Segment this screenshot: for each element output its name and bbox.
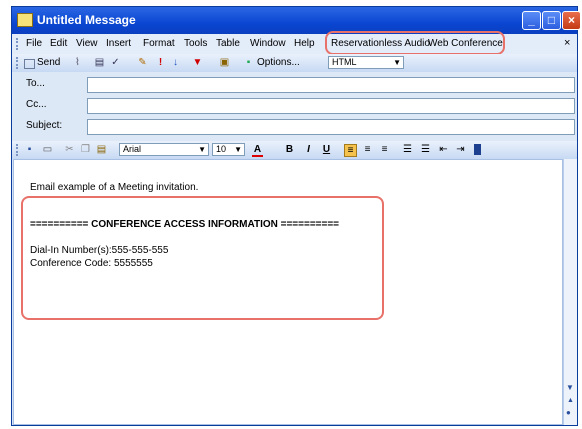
menu-file[interactable]: File: [26, 38, 42, 49]
subject-field[interactable]: [87, 119, 575, 135]
attach-icon[interactable]: ⌇: [72, 57, 83, 68]
font-size-select[interactable]: 10 ▼: [212, 143, 245, 156]
subject-label: Subject:: [26, 120, 63, 131]
italic-icon[interactable]: I: [303, 144, 314, 155]
options-button[interactable]: Options...: [257, 57, 300, 68]
close-icon: ×: [567, 13, 575, 27]
importance-high-icon[interactable]: !: [155, 57, 166, 68]
print-icon[interactable]: ▭: [42, 144, 53, 155]
cc-button[interactable]: Cc...: [26, 99, 47, 110]
copy-icon[interactable]: ❐: [80, 144, 91, 155]
menu-insert[interactable]: Insert: [106, 38, 131, 49]
to-button[interactable]: To...: [26, 78, 45, 89]
cut-icon[interactable]: ✂: [64, 144, 75, 155]
address-book-icon[interactable]: ▤: [94, 57, 105, 68]
close-message-icon[interactable]: ×: [564, 37, 570, 49]
close-button[interactable]: ×: [562, 11, 581, 30]
font-value: Arial: [123, 144, 142, 154]
send-button[interactable]: Send: [37, 57, 60, 68]
toolbar-grip[interactable]: [16, 144, 21, 156]
save-icon[interactable]: ▪: [24, 144, 35, 155]
decrease-indent-icon[interactable]: ⇤: [438, 144, 449, 155]
paste-icon[interactable]: ▤: [96, 144, 107, 155]
signature-icon[interactable]: ✎: [137, 57, 148, 68]
toolbar-options-icon[interactable]: [474, 144, 481, 155]
numbered-list-icon[interactable]: ☰: [402, 144, 413, 155]
vertical-scrollbar[interactable]: ▼ ▲ ●: [563, 159, 577, 425]
send-icon: [24, 59, 35, 69]
cc-field[interactable]: [87, 98, 575, 114]
formatting-toolbar: ▪ ▭ ✂ ❐ ▤ Arial ▼ 10 ▼ A B I U ≡ ≡ ≡ ☰ ☰…: [12, 141, 577, 159]
plugin-menu-highlight: [325, 31, 505, 55]
title-bar: Untitled Message _ □ ×: [12, 7, 581, 34]
align-right-icon[interactable]: ≡: [379, 144, 390, 155]
flag-icon[interactable]: ▼: [192, 57, 203, 68]
font-size-value: 10: [216, 144, 227, 154]
importance-low-icon[interactable]: ↓: [170, 57, 181, 68]
message-format-value: HTML: [332, 57, 357, 67]
message-format-select[interactable]: HTML ▼: [328, 56, 404, 69]
maximize-icon: □: [547, 13, 556, 27]
menu-format[interactable]: Format: [143, 38, 175, 49]
menu-help[interactable]: Help: [294, 38, 315, 49]
chevron-down-icon: ▼: [198, 145, 206, 154]
toolbar-grip[interactable]: [16, 57, 21, 69]
chevron-down-icon: ▼: [234, 145, 242, 154]
align-left-icon[interactable]: ≡: [344, 144, 357, 157]
to-field[interactable]: [87, 77, 575, 93]
underline-icon[interactable]: U: [321, 144, 332, 155]
standard-toolbar: Send ⌇ ▤ ✓ ✎ ! ↓ ▼ ▣ ▪ Options... HTML ▼: [12, 54, 577, 72]
window-title: Untitled Message: [37, 13, 136, 27]
minimize-button[interactable]: _: [522, 11, 541, 30]
scroll-down-icon[interactable]: ▼: [566, 383, 574, 392]
increase-indent-icon[interactable]: ⇥: [455, 144, 466, 155]
browse-object-icon[interactable]: ●: [566, 408, 571, 417]
conference-info-highlight: [21, 196, 384, 320]
align-center-icon[interactable]: ≡: [362, 144, 373, 155]
bold-icon[interactable]: B: [284, 144, 295, 155]
minimize-icon: _: [528, 13, 535, 27]
maximize-button[interactable]: □: [542, 11, 561, 30]
toolbar-grip[interactable]: [16, 38, 21, 50]
options-icon: ▪: [246, 57, 251, 68]
check-names-icon[interactable]: ✓: [110, 57, 121, 68]
menu-view[interactable]: View: [76, 38, 98, 49]
chevron-down-icon: ▼: [393, 58, 401, 67]
compose-window: Untitled Message _ □ × File Edit View In…: [11, 6, 581, 426]
menu-tools[interactable]: Tools: [184, 38, 207, 49]
permission-icon[interactable]: ▣: [219, 57, 230, 68]
menu-table[interactable]: Table: [216, 38, 240, 49]
menu-edit[interactable]: Edit: [50, 38, 67, 49]
menu-window[interactable]: Window: [250, 38, 286, 49]
previous-item-icon[interactable]: ▲: [567, 397, 574, 404]
font-color-icon[interactable]: A: [252, 144, 263, 157]
bullet-list-icon[interactable]: ☰: [420, 144, 431, 155]
font-select[interactable]: Arial ▼: [119, 143, 209, 156]
message-header-area: To... Cc... Subject:: [12, 72, 577, 141]
envelope-icon: [17, 13, 33, 27]
body-intro: Email example of a Meeting invitation.: [30, 182, 199, 193]
